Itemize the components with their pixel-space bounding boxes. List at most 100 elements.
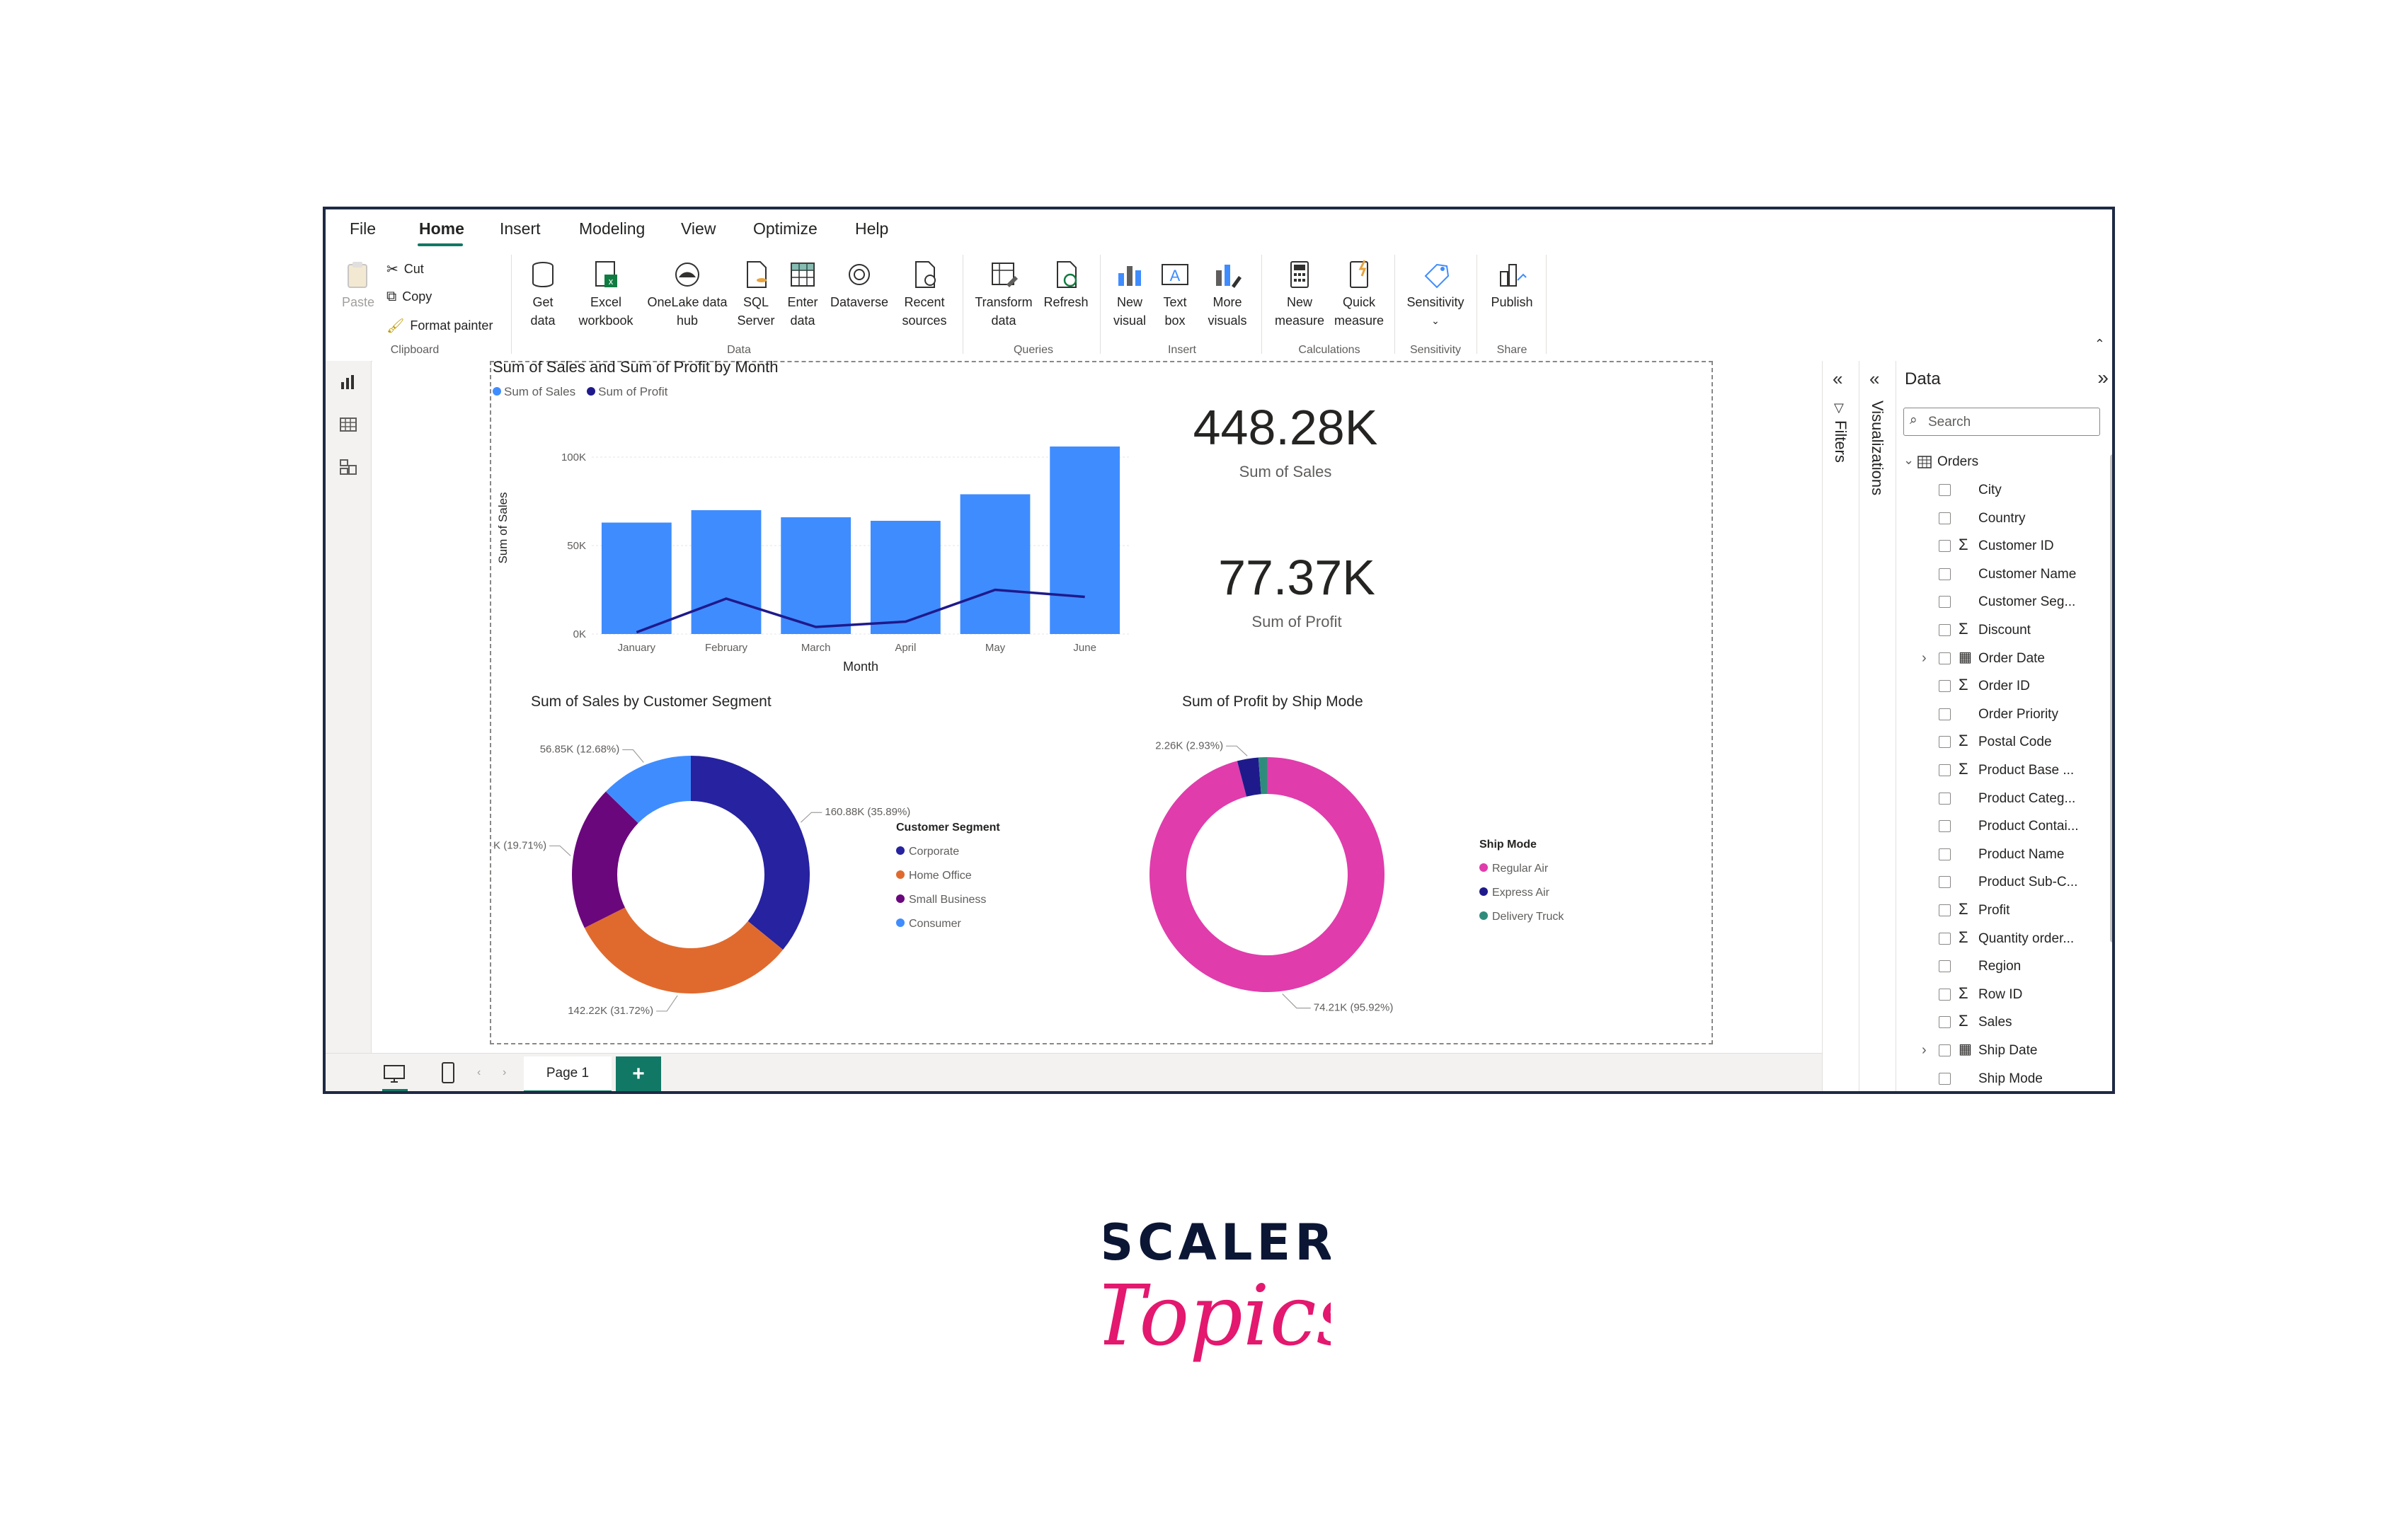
- format-painter-button[interactable]: 🖌 Format painter: [386, 317, 493, 335]
- dataverse-button[interactable]: Dataverse: [824, 259, 895, 311]
- next-page-icon[interactable]: ›: [503, 1066, 506, 1079]
- text-box-button[interactable]: A Text box: [1152, 259, 1198, 330]
- legend-label[interactable]: Regular Air: [1492, 863, 1549, 875]
- sales-bar[interactable]: [1050, 447, 1120, 634]
- mobile-layout-icon[interactable]: [440, 1061, 456, 1085]
- field-checkbox[interactable]: [1939, 1044, 1951, 1056]
- collapse-data-pane-icon[interactable]: »: [2097, 367, 2109, 389]
- field-checkbox[interactable]: [1939, 512, 1951, 524]
- chevron-right-icon[interactable]: ›: [1922, 650, 1927, 667]
- add-page-button[interactable]: +: [616, 1056, 661, 1091]
- menu-file[interactable]: File: [350, 219, 376, 238]
- field-item[interactable]: › ▦ Ship Date: [1896, 1037, 2102, 1064]
- field-item[interactable]: Country: [1896, 505, 2102, 532]
- field-item[interactable]: › ▦ Order Date: [1896, 645, 2102, 672]
- field-checkbox[interactable]: [1939, 680, 1951, 693]
- table-orders[interactable]: ⌄ Orders: [1896, 449, 2102, 476]
- data-search-box[interactable]: ⌕ Search: [1903, 408, 2100, 436]
- field-item[interactable]: Product Sub-C...: [1896, 869, 2102, 896]
- field-checkbox[interactable]: [1939, 876, 1951, 889]
- legend-label[interactable]: Delivery Truck: [1492, 911, 1564, 923]
- enter-data-button[interactable]: Enter data: [780, 259, 825, 330]
- report-view-icon[interactable]: [338, 372, 358, 392]
- menu-modeling[interactable]: Modeling: [579, 219, 645, 238]
- segment-donut-chart[interactable]: 160.88K (35.89%) 142.22K (31.72%) 88.34K (…: [493, 726, 1101, 1037]
- legend-item-sales[interactable]: Sum of Sales: [493, 385, 575, 399]
- recent-sources-button[interactable]: Recent sources: [892, 259, 957, 330]
- more-visuals-button[interactable]: More visuals: [1198, 259, 1257, 330]
- menu-insert[interactable]: Insert: [500, 219, 541, 238]
- legend-label[interactable]: Home Office: [909, 870, 972, 882]
- field-checkbox[interactable]: [1939, 960, 1951, 973]
- field-checkbox[interactable]: [1939, 1072, 1951, 1085]
- table-view-icon[interactable]: [338, 415, 358, 434]
- transform-data-button[interactable]: Transform data: [970, 259, 1038, 330]
- copy-button[interactable]: ⧉ Copy: [386, 289, 432, 305]
- field-item[interactable]: Ship Mode: [1896, 1066, 2102, 1091]
- model-view-icon[interactable]: [338, 457, 358, 477]
- field-checkbox[interactable]: [1939, 708, 1951, 720]
- menu-optimize[interactable]: Optimize: [753, 219, 818, 238]
- sales-bar[interactable]: [691, 510, 762, 634]
- field-item[interactable]: Product Name: [1896, 841, 2102, 868]
- page-tab-1[interactable]: Page 1: [524, 1056, 612, 1091]
- publish-button[interactable]: Publish: [1482, 259, 1542, 311]
- field-checkbox[interactable]: [1939, 932, 1951, 945]
- expand-visualizations-icon[interactable]: «: [1869, 368, 1879, 390]
- field-item[interactable]: Σ Profit: [1896, 897, 2102, 924]
- field-item[interactable]: Σ Row ID: [1896, 981, 2102, 1008]
- field-item[interactable]: Product Categ...: [1896, 785, 2102, 812]
- paste-button[interactable]: Paste: [338, 259, 378, 311]
- new-visual-button[interactable]: New visual: [1107, 259, 1152, 330]
- cut-button[interactable]: ✂ Cut: [386, 260, 424, 278]
- legend-label[interactable]: Small Business: [909, 894, 986, 906]
- field-item[interactable]: City: [1896, 477, 2102, 504]
- collapse-ribbon-icon[interactable]: ⌃: [2094, 337, 2105, 352]
- legend-label[interactable]: Consumer: [909, 918, 961, 930]
- onelake-data-hub-button[interactable]: OneLake data hub: [641, 259, 733, 330]
- shipmode-donut-chart[interactable]: 74.21K (95.92%) 2.26K (2.93%) Ship Mode Reg…: [1125, 726, 1706, 1037]
- field-item[interactable]: Order Priority: [1896, 701, 2102, 728]
- field-item[interactable]: Customer Seg...: [1896, 589, 2102, 616]
- field-checkbox[interactable]: [1939, 652, 1951, 664]
- field-item[interactable]: Region: [1896, 953, 2102, 980]
- donut-slice[interactable]: [691, 756, 810, 950]
- menu-help[interactable]: Help: [855, 219, 888, 238]
- desktop-layout-icon[interactable]: [382, 1064, 406, 1085]
- field-checkbox[interactable]: [1939, 820, 1951, 833]
- field-checkbox[interactable]: [1939, 764, 1951, 776]
- field-item[interactable]: Σ Postal Code: [1896, 729, 2102, 756]
- sensitivity-button[interactable]: Sensitivity ⌄: [1400, 259, 1471, 330]
- legend-label[interactable]: Corporate: [909, 846, 959, 858]
- get-data-button[interactable]: Get data: [520, 259, 566, 330]
- filters-pane-collapsed[interactable]: « ▽ Filters: [1822, 361, 1859, 1091]
- field-checkbox[interactable]: [1939, 540, 1951, 553]
- field-checkbox[interactable]: [1939, 596, 1951, 609]
- field-checkbox[interactable]: [1939, 568, 1951, 580]
- field-item[interactable]: Customer Name: [1896, 561, 2102, 588]
- field-checkbox[interactable]: [1939, 1016, 1951, 1029]
- field-checkbox[interactable]: [1939, 624, 1951, 636]
- visualizations-pane-collapsed[interactable]: « Visualizations: [1859, 361, 1896, 1091]
- field-item[interactable]: Σ Sales: [1896, 1009, 2102, 1036]
- chevron-right-icon[interactable]: ›: [1922, 1042, 1927, 1059]
- field-item[interactable]: Σ Order ID: [1896, 673, 2102, 700]
- legend-item-profit[interactable]: Sum of Profit: [587, 385, 667, 399]
- sql-server-button[interactable]: SQL Server: [733, 259, 779, 330]
- quick-measure-button[interactable]: Quick measure: [1329, 259, 1389, 330]
- sales-bar[interactable]: [960, 494, 1031, 635]
- legend-label[interactable]: Express Air: [1492, 887, 1550, 899]
- field-item[interactable]: Σ Customer ID: [1896, 533, 2102, 560]
- sales-bar[interactable]: [601, 522, 672, 635]
- field-item[interactable]: Product Contai...: [1896, 813, 2102, 840]
- field-checkbox[interactable]: [1939, 792, 1951, 805]
- field-checkbox[interactable]: [1939, 736, 1951, 749]
- field-checkbox[interactable]: [1939, 484, 1951, 496]
- field-item[interactable]: Σ Discount: [1896, 617, 2102, 644]
- chevron-down-icon[interactable]: ⌄: [1903, 453, 1914, 468]
- menu-home[interactable]: Home: [419, 219, 464, 238]
- field-checkbox[interactable]: [1939, 988, 1951, 1001]
- sales-bar[interactable]: [781, 517, 852, 634]
- field-checkbox[interactable]: [1939, 848, 1951, 860]
- excel-workbook-button[interactable]: x Excel workbook: [571, 259, 641, 330]
